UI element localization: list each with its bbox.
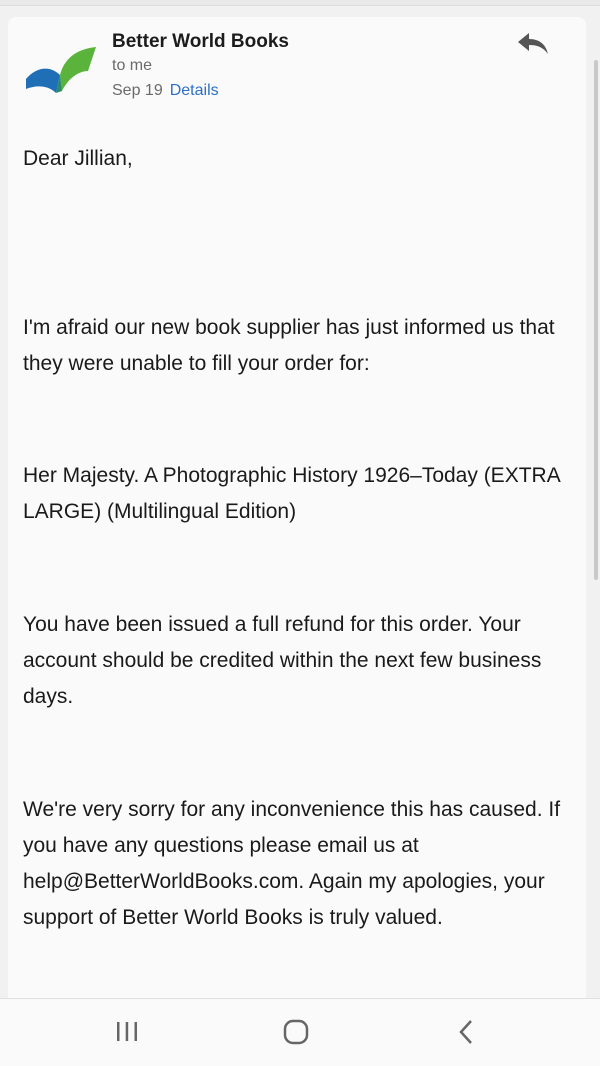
email-card: Better World Books to me Sep 19 Details D…: [8, 17, 586, 1002]
sender-name: Better World Books: [112, 31, 290, 52]
system-nav-bar: [0, 998, 600, 1066]
back-icon[interactable]: [446, 1015, 486, 1049]
top-strip: [0, 0, 600, 6]
book-logo-icon: [26, 47, 96, 93]
paragraph-apology: We're very sorry for any inconvenience t…: [23, 798, 561, 929]
home-icon[interactable]: [276, 1015, 316, 1049]
scrollbar[interactable]: [594, 60, 598, 580]
recent-apps-icon[interactable]: [107, 1015, 147, 1049]
paragraph-unable: I'm afraid our new book supplier has jus…: [23, 316, 555, 375]
details-link[interactable]: Details: [170, 82, 219, 99]
reply-icon[interactable]: [516, 29, 550, 59]
date-row: Sep 19 Details: [112, 82, 219, 100]
recipient-label: to me: [112, 57, 153, 74]
paragraph-refund: You have been issued a full refund for t…: [23, 613, 542, 708]
book-title: Her Majesty. A Photographic History 1926…: [23, 464, 560, 523]
email-screen: Better World Books to me Sep 19 Details D…: [0, 0, 600, 1066]
greeting: Dear Jillian,: [23, 147, 133, 170]
email-date: Sep 19: [112, 82, 163, 99]
